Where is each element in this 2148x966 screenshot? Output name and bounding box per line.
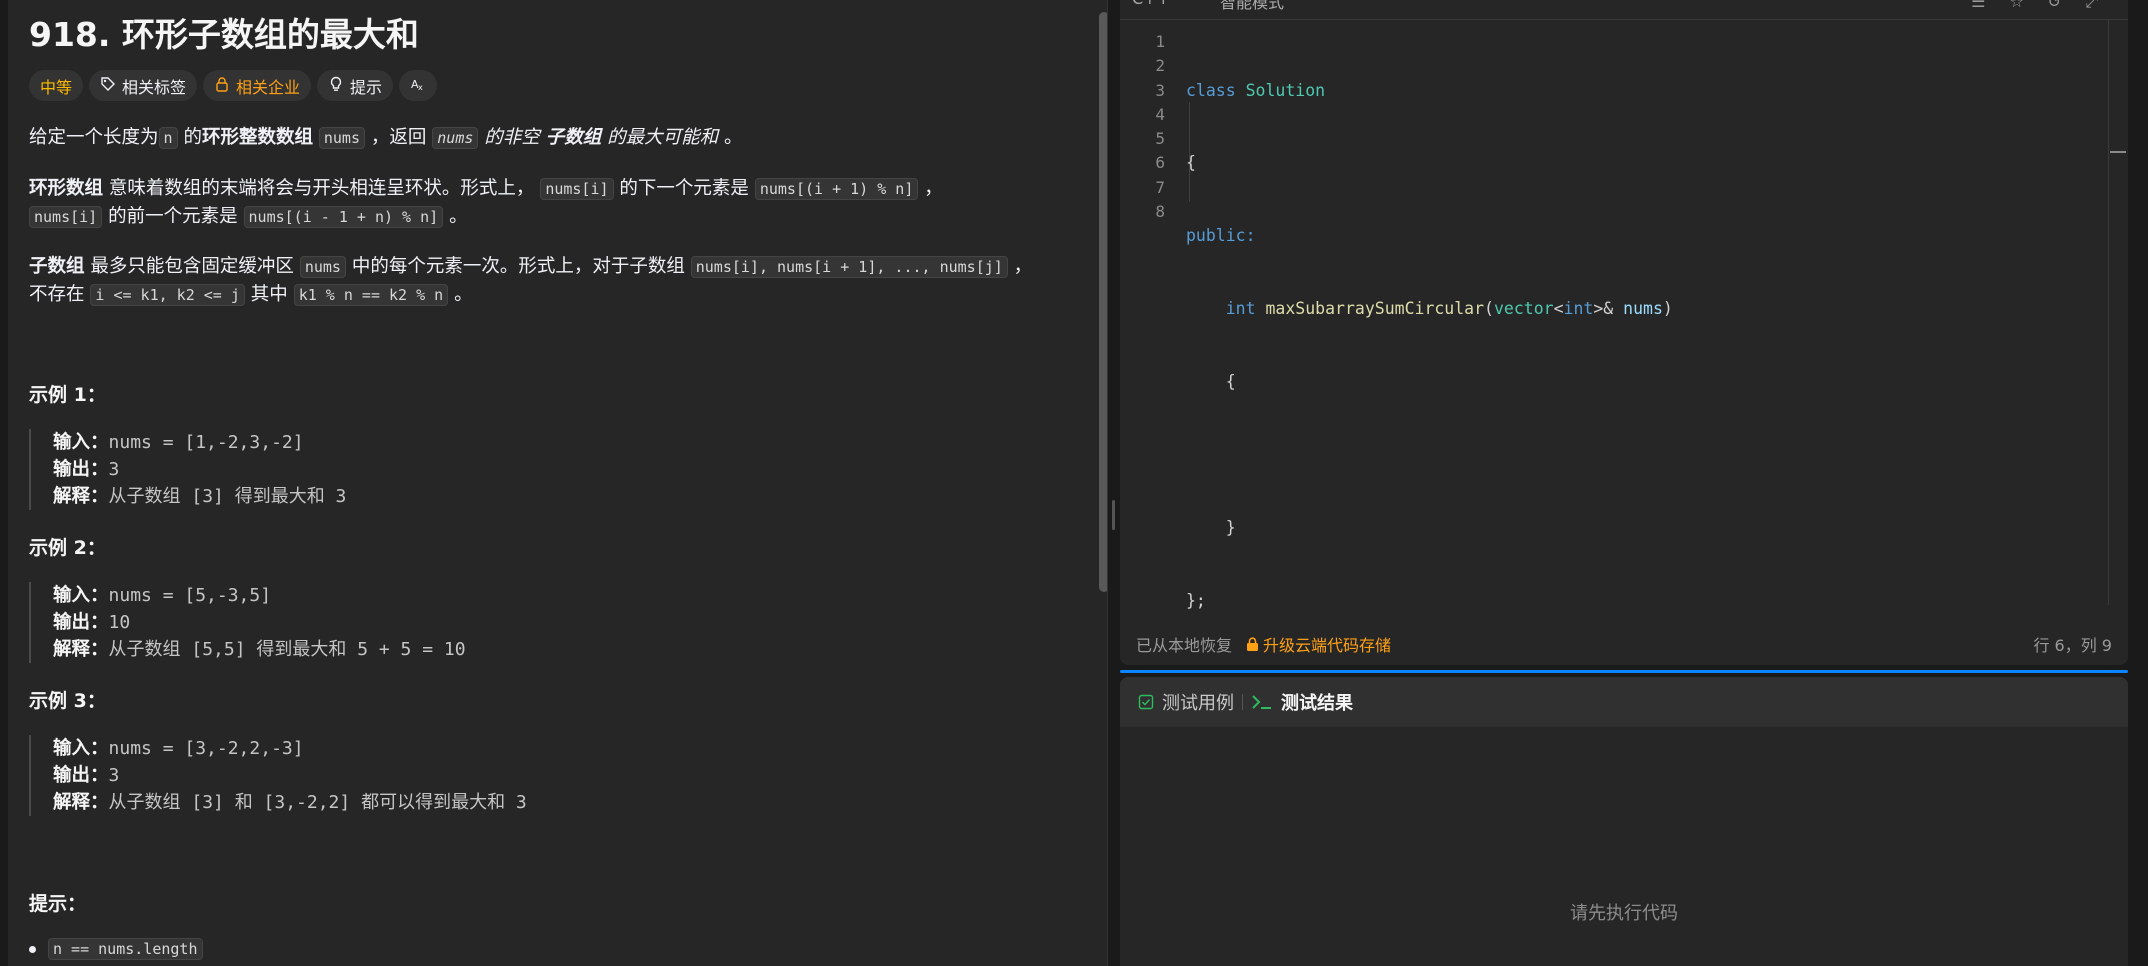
example-3-block: 输入：nums = [3,-2,2,-3] 输出：3 解释：从子数组 [3] 和… <box>29 735 729 816</box>
description-paragraph-3: 子数组 最多只能包含固定缓冲区 nums 中的每个元素一次。形式上，对于子数组 … <box>29 256 1033 306</box>
description-scrollbar[interactable] <box>1099 12 1107 592</box>
topics-tag-label: 相关标签 <box>122 77 187 97</box>
tab-test-cases-label: 测试用例 <box>1162 693 1234 714</box>
example-3-heading: 示例 3： <box>29 690 106 712</box>
problem-description-panel: 918. 环形子数组的最大和 中等 相关标签 相关企业 提示 Ax 给定一个长度… <box>8 0 1108 966</box>
tag-icon <box>100 76 116 96</box>
terminal-icon <box>1252 695 1271 709</box>
hint-label: 提示 <box>350 77 383 97</box>
panel-resize-divider[interactable] <box>1120 670 2128 673</box>
difficulty-label: 中等 <box>40 77 73 97</box>
editor-status-bar: 已从本地恢复 升级云端代码存储 行 6，列 9 <box>1120 628 2128 658</box>
example-2-block: 输入：nums = [5,-3,5] 输出：10 解释：从子数组 [5,5] 得… <box>29 582 729 663</box>
problem-tags: 中等 相关标签 相关企业 提示 Ax <box>29 70 438 101</box>
example-1-heading: 示例 1： <box>29 384 106 406</box>
tab-test-results[interactable]: 测试结果 <box>1251 689 1353 715</box>
cursor-position: 行 6，列 9 <box>2033 636 2112 655</box>
topics-tag-button[interactable]: 相关标签 <box>89 70 198 101</box>
test-tabs: 测试用例 测试结果 <box>1120 677 2128 727</box>
translate-icon: Ax <box>410 76 426 96</box>
upgrade-storage-label: 升级云端代码存储 <box>1263 636 1392 655</box>
problem-title: 918. 环形子数组的最大和 <box>29 15 419 54</box>
constraint-item: n == nums.length <box>29 938 203 960</box>
svg-text:x: x <box>418 83 423 92</box>
translate-button[interactable]: Ax <box>399 70 438 101</box>
tab-separator <box>1242 694 1243 710</box>
upgrade-storage-link[interactable]: 升级云端代码存储 <box>1246 632 1391 656</box>
example-2-heading: 示例 2： <box>29 537 106 559</box>
companies-tag-button[interactable]: 相关企业 <box>203 70 312 101</box>
empty-result-message: 请先执行代码 <box>1570 903 1678 924</box>
bookmark-icon[interactable]: ☆ <box>2009 0 2023 12</box>
splitter-handle[interactable] <box>1112 500 1115 530</box>
restored-status: 已从本地恢复 <box>1136 636 1233 655</box>
difficulty-badge[interactable]: 中等 <box>29 70 84 101</box>
reset-icon[interactable]: ↺ <box>2048 0 2061 12</box>
format-icon[interactable]: ☰ <box>1971 0 1985 12</box>
editor-mode[interactable]: 智能模式 <box>1220 0 1284 13</box>
tab-test-cases[interactable]: 测试用例 <box>1138 689 1234 715</box>
tab-test-results-label: 测试结果 <box>1281 693 1353 714</box>
lock-icon <box>1247 637 1258 651</box>
checkbox-icon <box>1138 694 1154 710</box>
expand-icon[interactable]: ⤢ <box>2085 0 2098 12</box>
code-area[interactable]: class Solution { public: int maxSubarray… <box>1186 30 1673 662</box>
code-editor-panel: C++ 智能模式 ☰ ☆ ↺ ⤢ 1 2 3 4 5 6 7 8 class S… <box>1120 0 2128 665</box>
hints-heading: 提示： <box>29 893 87 915</box>
editor-toolbar: C++ 智能模式 ☰ ☆ ↺ ⤢ <box>1120 0 2128 20</box>
companies-tag-label: 相关企业 <box>236 77 301 97</box>
language-selector[interactable]: C++ <box>1132 0 1170 8</box>
line-numbers: 1 2 3 4 5 6 7 8 <box>1155 32 1165 222</box>
test-panel: 测试用例 测试结果 请先执行代码 <box>1120 677 2128 966</box>
description-paragraph-1: 给定一个长度为 n 的环形整数数组 nums ，返回 nums 的非空 子数组 的… <box>29 127 743 149</box>
cursor-marker <box>2110 151 2126 153</box>
editor-scrollbar[interactable] <box>2108 20 2109 605</box>
lock-icon <box>214 76 230 96</box>
description-paragraph-2: 环形数组 意味着数组的末端将会与开头相连呈环状。形式上， nums[i] 的下一… <box>29 178 943 228</box>
lightbulb-icon <box>328 76 344 96</box>
constraint-text: n == nums.length <box>48 938 203 960</box>
hint-button[interactable]: 提示 <box>317 70 394 101</box>
example-1-block: 输入：nums = [1,-2,3,-2] 输出：3 解释：从子数组 [3] 得… <box>29 429 729 510</box>
